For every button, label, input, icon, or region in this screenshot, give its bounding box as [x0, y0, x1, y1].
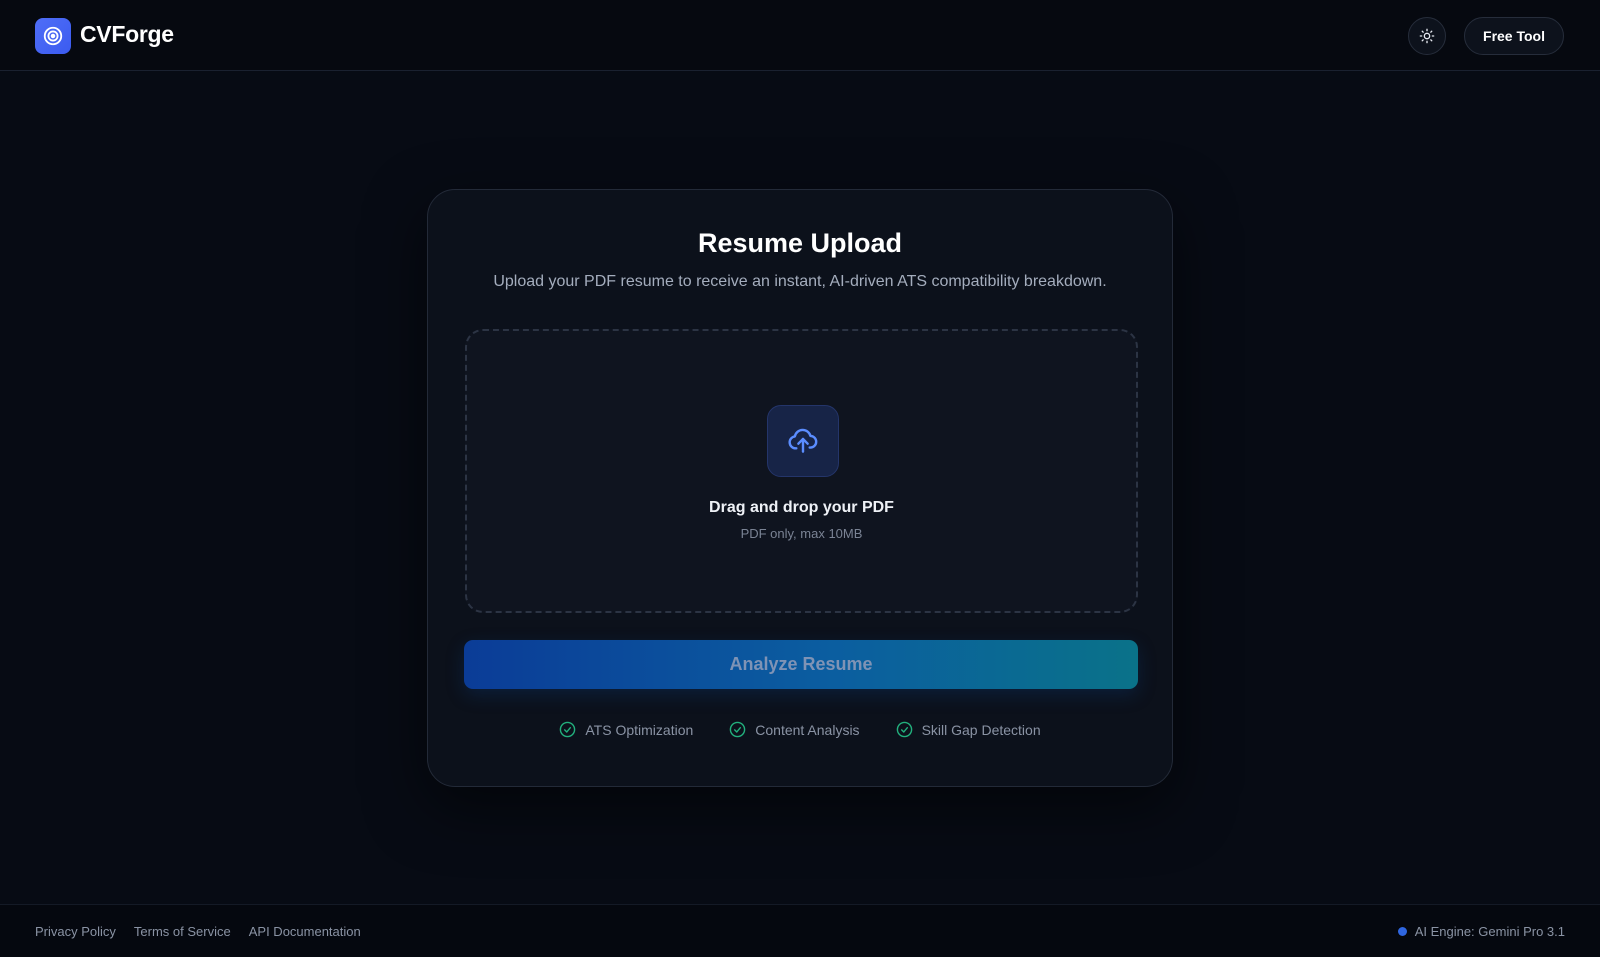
feature-label: Content Analysis [755, 721, 860, 738]
pdf-dropzone[interactable]: Drag and drop your PDF PDF only, max 10M… [465, 329, 1138, 613]
check-circle-icon [896, 721, 912, 738]
feature-item-content-analysis: Content Analysis [729, 721, 860, 738]
feature-label: Skill Gap Detection [921, 721, 1041, 738]
sun-icon [1419, 28, 1435, 44]
feature-item-skill-gap-detection: Skill Gap Detection [896, 721, 1041, 738]
footer-links: Privacy Policy Terms of Service API Docu… [35, 924, 361, 939]
page-subtitle: Upload your PDF resume to receive an ins… [493, 273, 1107, 290]
status-dot [1397, 927, 1407, 936]
terms-of-service-link[interactable]: Terms of Service [134, 924, 231, 939]
dropzone-title: Drag and drop your PDF [709, 499, 894, 516]
free-tool-button[interactable]: Free Tool [1464, 17, 1564, 55]
logo[interactable] [35, 18, 71, 54]
feature-list: ATS Optimization Content Analysis Skill … [428, 721, 1172, 738]
check-circle-icon [729, 721, 746, 738]
cloud-upload-icon [788, 428, 818, 453]
api-documentation-link[interactable]: API Documentation [249, 924, 361, 939]
page-footer: Privacy Policy Terms of Service API Docu… [0, 904, 1600, 957]
feature-item-ats-optimization: ATS Optimization [559, 721, 693, 738]
analyze-resume-button[interactable]: Analyze Resume [464, 640, 1138, 689]
feature-label: ATS Optimization [585, 721, 694, 738]
theme-toggle-button[interactable] [1408, 17, 1446, 55]
upload-card: Resume Upload Upload your PDF resume to … [427, 189, 1173, 787]
privacy-policy-link[interactable]: Privacy Policy [35, 924, 116, 939]
ai-engine-label: AI Engine: Gemini Pro 3.1 [1414, 924, 1565, 939]
upload-icon-tile [767, 405, 839, 477]
dropzone-hint: PDF only, max 10MB [740, 526, 863, 541]
check-circle-icon [560, 721, 576, 738]
page-title: Resume Upload [697, 228, 903, 258]
brand-name[interactable]: CVForge [80, 21, 174, 48]
ai-engine-status: AI Engine: Gemini Pro 3.1 [1397, 924, 1565, 939]
top-header: CVForge Free Tool [0, 0, 1600, 71]
target-icon [43, 26, 63, 46]
